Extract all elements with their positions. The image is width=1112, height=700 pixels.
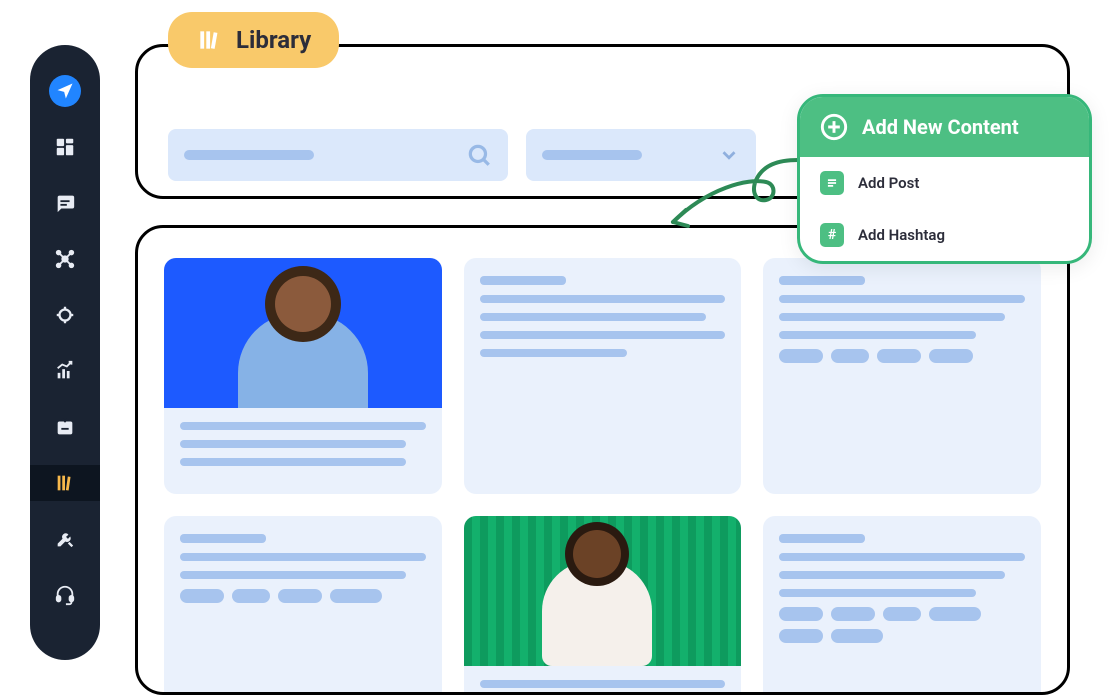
content-card[interactable] [763, 258, 1041, 494]
content-card[interactable] [464, 516, 742, 695]
dashboard-icon [54, 136, 76, 158]
search-placeholder [184, 150, 314, 160]
content-card[interactable] [164, 258, 442, 494]
content-grid-panel [135, 225, 1070, 695]
sidebar-item-tools[interactable] [30, 521, 100, 557]
add-post-item[interactable]: Add Post [800, 157, 1089, 209]
plus-circle-icon [820, 113, 848, 141]
library-icon [54, 472, 76, 494]
support-icon [54, 584, 76, 606]
content-card[interactable] [164, 516, 442, 695]
sidebar-item-dashboard[interactable] [30, 129, 100, 165]
navigate-icon [55, 81, 75, 101]
search-input[interactable] [168, 129, 508, 181]
library-label: Library [236, 26, 311, 54]
card-image [164, 258, 442, 408]
content-card[interactable] [763, 516, 1041, 695]
add-hashtag-label: Add Hashtag [858, 226, 945, 244]
search-icon [466, 142, 492, 168]
sidebar-item-target[interactable] [30, 297, 100, 333]
sidebar-item-inbox[interactable] [30, 409, 100, 445]
messages-icon [54, 192, 76, 214]
sidebar-item-analytics[interactable] [30, 353, 100, 389]
filter-select[interactable] [526, 129, 756, 181]
add-hashtag-item[interactable]: # Add Hashtag [800, 209, 1089, 261]
filter-placeholder [542, 150, 642, 160]
add-new-content-button[interactable]: Add New Content [800, 97, 1089, 157]
sidebar-item-navigate[interactable] [30, 73, 100, 109]
target-icon [54, 304, 76, 326]
add-content-label: Add New Content [862, 115, 1019, 139]
sidebar-item-network[interactable] [30, 241, 100, 277]
library-icon [196, 27, 222, 53]
library-tab[interactable]: Library [168, 12, 339, 68]
network-icon [54, 248, 76, 270]
content-card[interactable] [464, 258, 742, 494]
analytics-icon [54, 360, 76, 382]
add-post-label: Add Post [858, 174, 919, 192]
sidebar [30, 45, 100, 660]
chevron-down-icon [718, 144, 740, 166]
sidebar-item-support[interactable] [30, 577, 100, 613]
add-content-dropdown: Add New Content Add Post # Add Hashtag [797, 94, 1092, 264]
post-icon [820, 171, 844, 195]
sidebar-item-library[interactable] [30, 465, 100, 501]
sidebar-item-messages[interactable] [30, 185, 100, 221]
card-image [464, 516, 742, 666]
tools-icon [54, 528, 76, 550]
inbox-icon [54, 416, 76, 438]
hashtag-icon: # [820, 223, 844, 247]
